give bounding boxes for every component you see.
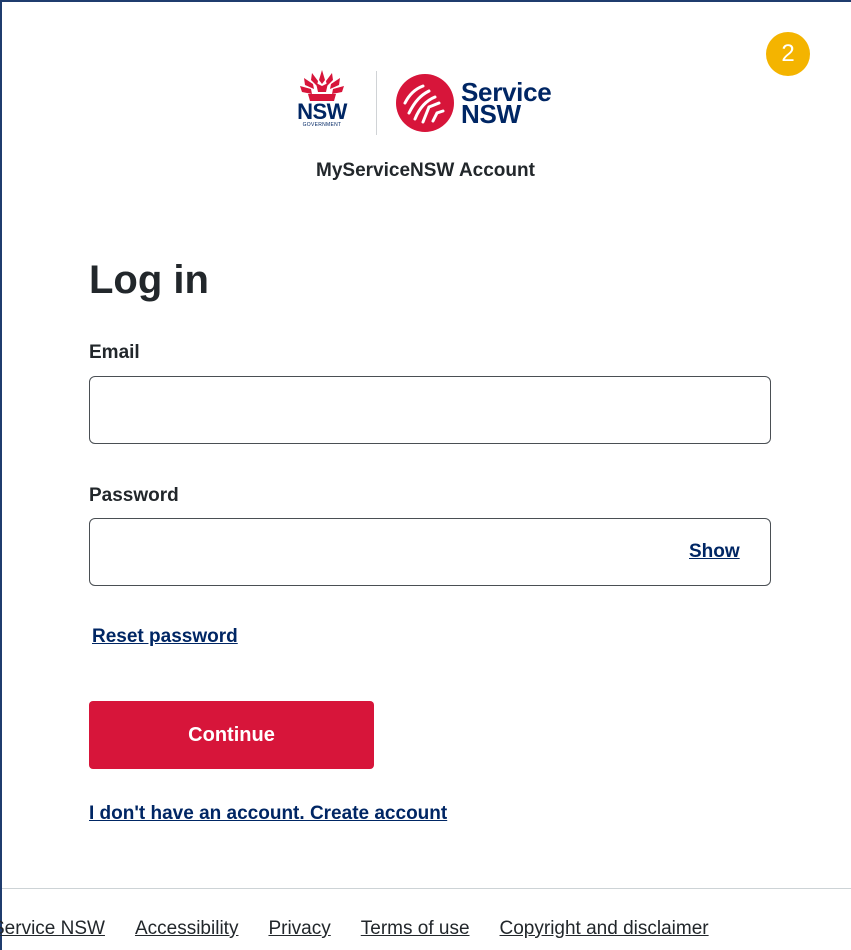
waratah-flower-icon [300,70,344,101]
logo-divider [376,71,377,135]
continue-button[interactable]: Continue [89,701,374,769]
footer-divider [2,888,851,889]
nsw-government-logo: NSW GOVERNMENT [290,68,354,138]
nsw-word: NSW [461,99,521,129]
footer-link-accessibility[interactable]: Accessibility [135,918,238,940]
nsw-logo-text: NSW [297,99,347,124]
header-logos: NSW GOVERNMENT Service NSW [290,68,552,138]
service-nsw-wordmark: Service NSW [461,79,552,129]
email-input[interactable] [89,376,771,444]
show-password-button[interactable]: Show [689,541,740,563]
password-input[interactable] [89,518,771,586]
footer-link-privacy[interactable]: Privacy [268,918,330,940]
create-account-link[interactable]: I don't have an account. Create account [89,803,447,825]
service-nsw-emblem-icon [396,74,454,132]
reset-password-link[interactable]: Reset password [92,626,238,648]
step-number-badge: 2 [766,32,810,76]
account-title: MyServiceNSW Account [316,160,535,181]
footer-link-service-nsw[interactable]: Service NSW [0,918,105,940]
page-title: Log in [89,258,209,302]
password-label: Password [89,485,179,506]
government-logo-text: GOVERNMENT [302,122,342,128]
footer-link-terms-of-use[interactable]: Terms of use [361,918,470,940]
footer-links: Service NSW Accessibility Privacy Terms … [0,918,739,940]
footer-link-copyright[interactable]: Copyright and disclaimer [500,918,709,940]
email-label: Email [89,342,140,363]
service-nsw-logo: Service NSW [395,73,552,133]
